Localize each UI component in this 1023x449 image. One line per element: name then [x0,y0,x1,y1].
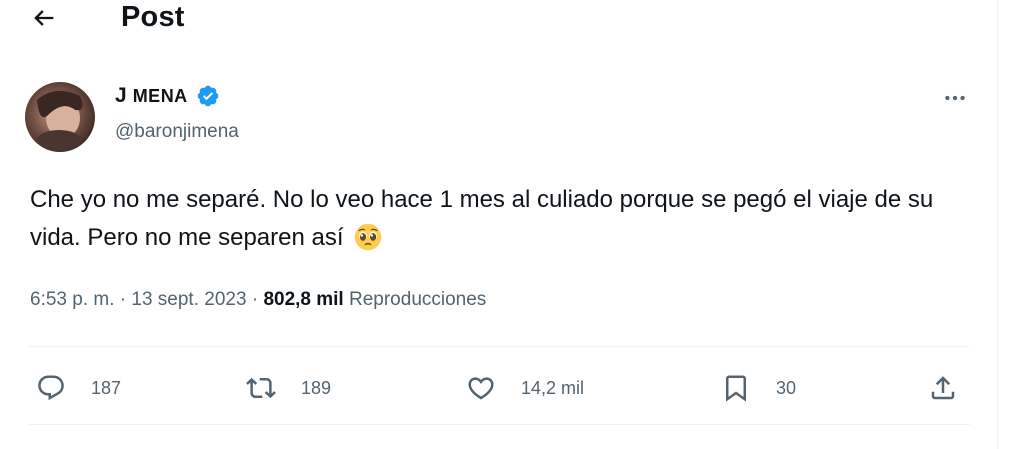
like-button[interactable]: 14,2 mil [466,364,584,412]
share-button[interactable] [928,364,958,412]
author-display-name[interactable]: J MENA [115,84,220,108]
repost-icon [246,377,276,399]
author-handle[interactable]: @baronjimena [115,121,239,143]
author-name-initial: J [115,84,127,107]
bookmark-button[interactable]: 30 [721,364,796,412]
reply-button[interactable]: 187 [36,364,121,412]
more-dots-icon [945,95,965,101]
views-label: Reproducciones [349,289,487,310]
like-count: 14,2 mil [521,377,585,398]
views-count: 802,8 mil [263,289,344,310]
verified-badge-icon [197,85,218,107]
heart-icon [468,377,494,400]
reply-count: 187 [91,377,122,398]
share-icon [931,376,955,400]
repost-count: 189 [301,377,332,398]
tweet-meta: 6:53 p. m. · 13 sept. 2023 · 802,8 mil R… [30,289,486,311]
meta-separator: · [251,289,259,310]
divider [28,424,970,425]
avatar-image [25,82,95,152]
arrow-left-icon [34,10,54,26]
page-right-border [997,0,998,449]
tweet-text-body: Che yo no me separé. No lo veo hace 1 me… [30,186,934,251]
back-button[interactable] [28,2,60,34]
tweet-actions: 187 189 14,2 mil 30 [0,364,997,412]
tweet-date[interactable]: 13 sept. 2023 [131,289,246,310]
meta-separator: · [119,289,127,310]
reply-icon [38,375,64,401]
author-name-rest: MENA [132,85,188,106]
avatar[interactable] [25,82,95,152]
tweet-time[interactable]: 6:53 p. m. [30,289,115,310]
bookmark-count: 30 [776,377,797,398]
tweet-text: Che yo no me separé. No lo veo hace 1 me… [30,181,980,257]
post-header: Post [0,0,997,40]
bookmark-icon [726,375,746,402]
more-options-button[interactable] [938,86,972,110]
pleading-face-emoji-icon [354,223,382,251]
page-title: Post [121,1,185,33]
repost-button[interactable]: 189 [246,364,331,412]
divider [28,346,970,347]
